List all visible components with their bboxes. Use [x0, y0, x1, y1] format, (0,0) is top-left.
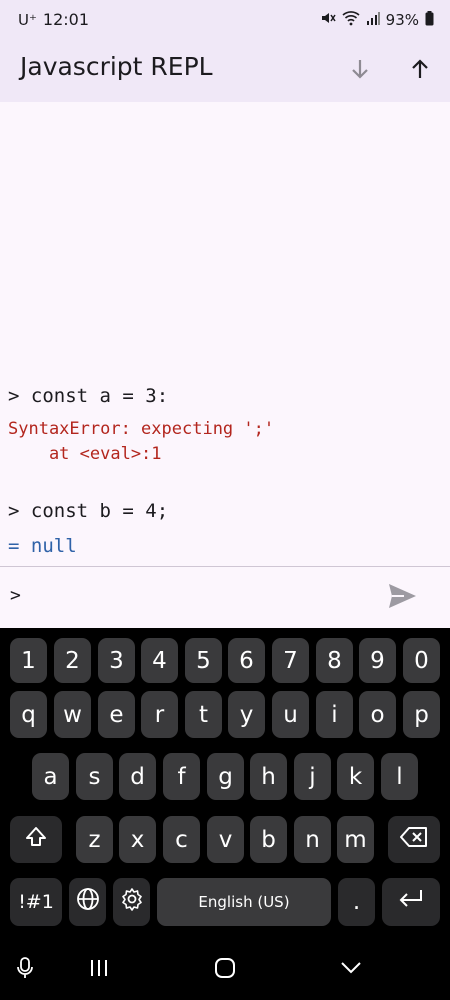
key[interactable]: r — [141, 691, 178, 738]
key[interactable]: 3 — [98, 638, 135, 683]
voice-input-button[interactable] — [10, 956, 40, 984]
settings-key[interactable] — [113, 878, 150, 926]
recents-button[interactable] — [84, 956, 114, 984]
symbols-key[interactable]: !#1 — [10, 878, 62, 926]
shift-key[interactable] — [10, 816, 62, 863]
console-input-line: > const a = 3: — [8, 385, 169, 407]
carrier-label: U⁺ — [18, 11, 37, 29]
backspace-icon — [400, 826, 428, 854]
key[interactable]: 2 — [54, 638, 91, 683]
globe-icon — [76, 887, 100, 917]
clock: 12:01 — [42, 10, 90, 29]
key[interactable]: o — [359, 691, 396, 738]
app-bar: Javascript REPL — [0, 40, 450, 102]
key[interactable]: d — [119, 753, 156, 800]
console-error-line: at <eval>:1 — [8, 444, 162, 464]
key[interactable]: 6 — [228, 638, 265, 683]
key[interactable]: m — [337, 816, 374, 863]
home-icon — [214, 957, 236, 983]
system-nav-bar — [0, 942, 450, 1000]
key[interactable]: x — [119, 816, 156, 863]
signal-icon — [366, 11, 380, 29]
arrow-up-icon — [408, 57, 432, 85]
back-button[interactable] — [336, 956, 366, 984]
key[interactable]: n — [294, 816, 331, 863]
enter-icon — [397, 888, 425, 916]
repl-app: U⁺ 12:01 93% Javascript REPL > const a =… — [0, 0, 450, 628]
send-icon — [386, 584, 418, 615]
enter-key[interactable] — [382, 878, 440, 926]
key[interactable]: y — [228, 691, 265, 738]
key[interactable]: 4 — [141, 638, 178, 683]
key[interactable]: 5 — [185, 638, 222, 683]
key[interactable]: e — [98, 691, 135, 738]
chevron-down-icon — [339, 960, 363, 980]
space-key[interactable]: English (US) — [157, 878, 331, 926]
key[interactable]: f — [163, 753, 200, 800]
send-button[interactable] — [386, 581, 422, 615]
scroll-up-button[interactable] — [402, 53, 438, 89]
microphone-icon — [15, 956, 35, 984]
arrow-down-icon — [348, 57, 372, 85]
backspace-key[interactable] — [388, 816, 440, 863]
console-input-line: > const b = 4; — [8, 500, 169, 522]
key[interactable]: 9 — [359, 638, 396, 683]
shift-icon — [24, 825, 48, 855]
scroll-down-button[interactable] — [342, 53, 378, 89]
input-row: > — [0, 567, 450, 628]
wifi-icon — [342, 10, 360, 30]
key[interactable]: p — [403, 691, 440, 738]
key[interactable]: a — [32, 753, 69, 800]
battery-level: 93% — [385, 11, 419, 29]
battery-icon — [425, 10, 434, 30]
console-output: > const a = 3: SyntaxError: expecting ';… — [0, 102, 450, 566]
recents-icon — [88, 958, 110, 982]
key[interactable]: b — [250, 816, 287, 863]
keyboard: 1 2 3 4 5 6 7 8 9 0 q w e r t y u i o p … — [0, 628, 450, 942]
page-title: Javascript REPL — [20, 52, 213, 81]
key[interactable]: g — [207, 753, 244, 800]
key[interactable]: s — [76, 753, 113, 800]
status-bar: U⁺ 12:01 93% — [0, 0, 450, 40]
key[interactable]: 8 — [316, 638, 353, 683]
gear-icon — [120, 887, 144, 917]
mute-icon — [320, 10, 336, 30]
key[interactable]: w — [54, 691, 91, 738]
home-button[interactable] — [210, 956, 240, 984]
key[interactable]: c — [163, 816, 200, 863]
input-prompt: > — [10, 585, 21, 606]
key[interactable]: k — [337, 753, 374, 800]
key[interactable]: q — [10, 691, 47, 738]
key[interactable]: u — [272, 691, 309, 738]
key[interactable]: 0 — [403, 638, 440, 683]
key[interactable]: l — [381, 753, 418, 800]
code-input[interactable] — [32, 579, 372, 615]
language-key[interactable] — [69, 878, 106, 926]
key[interactable]: j — [294, 753, 331, 800]
console-error-line: SyntaxError: expecting ';' — [8, 419, 275, 439]
key[interactable]: i — [316, 691, 353, 738]
key[interactable]: 1 — [10, 638, 47, 683]
console-result-line: = null — [8, 535, 77, 557]
key[interactable]: z — [76, 816, 113, 863]
key[interactable]: 7 — [272, 638, 309, 683]
key[interactable]: t — [185, 691, 222, 738]
key[interactable]: h — [250, 753, 287, 800]
period-key[interactable]: . — [338, 878, 375, 926]
key[interactable]: v — [207, 816, 244, 863]
